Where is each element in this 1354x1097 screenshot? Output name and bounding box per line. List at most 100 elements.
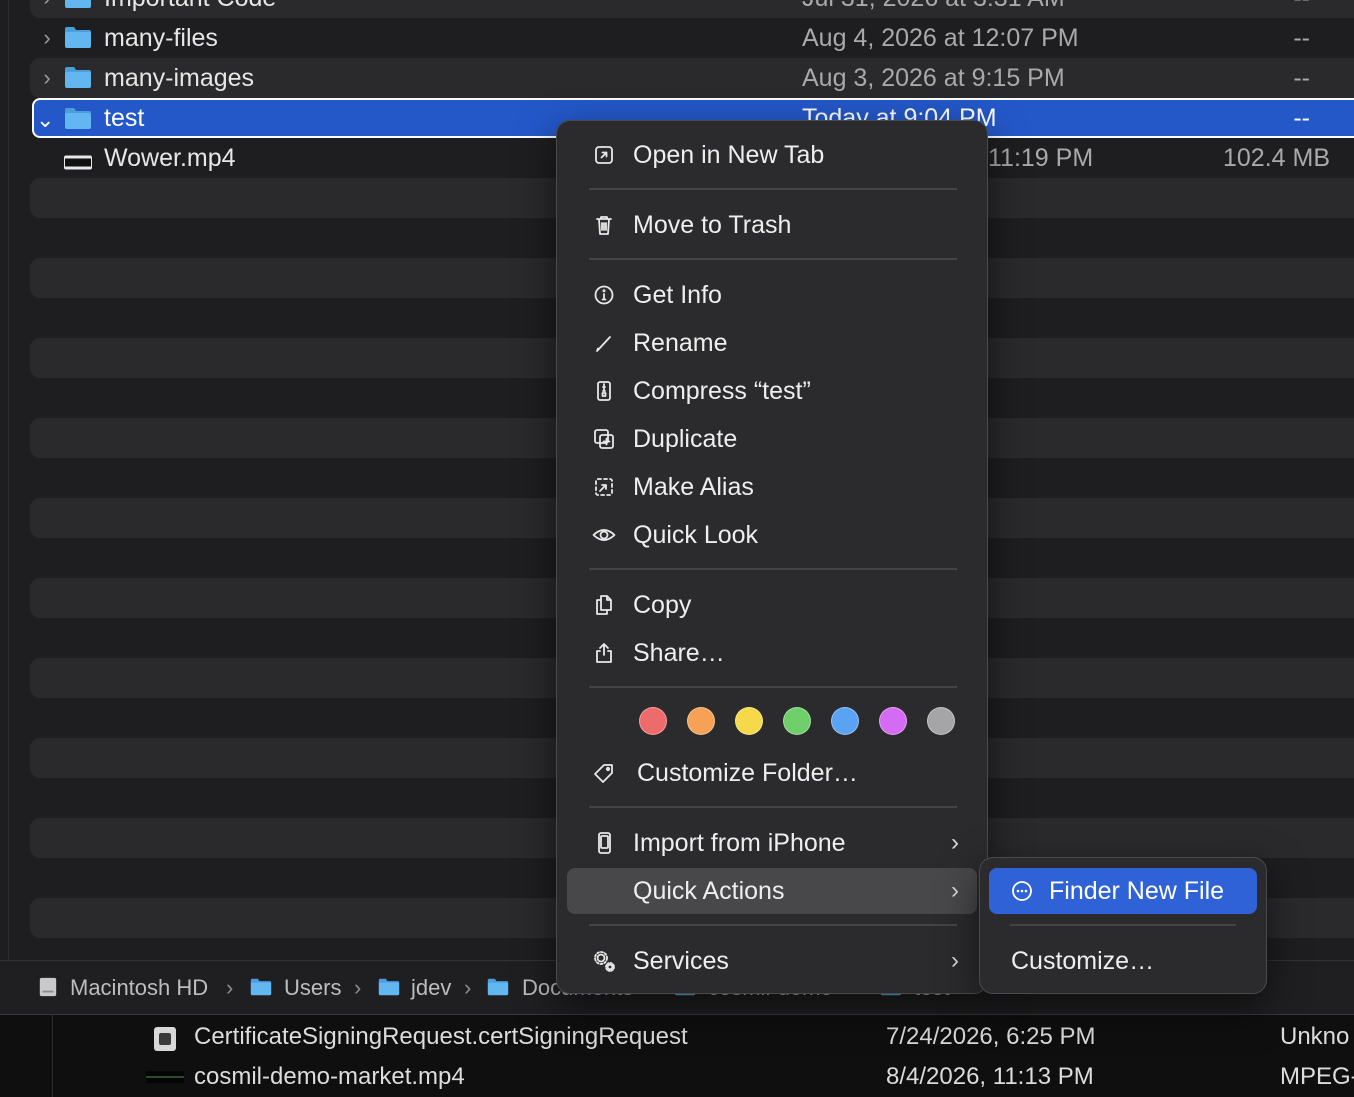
file-name: Wower.mp4 <box>104 144 236 172</box>
path-crumb-macintosh-hd[interactable]: Macintosh HD <box>70 975 208 1001</box>
menu-item-open-in-new-tab[interactable]: Open in New Tab <box>567 132 977 178</box>
disclosure-chevron-right-icon[interactable]: › <box>38 58 56 98</box>
menu-item-label: Quick Look <box>633 521 759 549</box>
menu-item-label: Move to Trash <box>633 211 792 239</box>
disclosure-chevron-right-icon[interactable]: › <box>38 18 56 58</box>
file-row-many-images[interactable]: › many-images Aug 3, 2026 at 9:15 PM -- <box>30 58 1354 98</box>
submenu-item-finder-new-file[interactable]: Finder New File <box>989 868 1257 914</box>
menu-separator <box>589 806 957 808</box>
chevron-right-icon: › <box>951 877 959 904</box>
submenu-item-customize[interactable]: Customize… <box>989 938 1257 984</box>
background-file-row[interactable]: cosmil-demo-market.mp4 8/4/2026, 11:13 P… <box>0 1057 1354 1097</box>
users-folder-icon <box>250 978 272 996</box>
background-file-kind: Unkno <box>1280 1023 1350 1050</box>
open-in-new-tab-icon <box>595 146 613 164</box>
menu-item-copy[interactable]: Copy <box>567 582 977 628</box>
menu-item-label: Copy <box>633 591 692 619</box>
disclosure-chevron-right-icon[interactable]: › <box>38 0 56 18</box>
video-file-icon <box>64 155 92 170</box>
video-file-icon <box>146 1071 184 1083</box>
file-name: test <box>104 104 145 132</box>
chevron-right-icon: › <box>951 829 959 856</box>
menu-item-quick-actions[interactable]: Quick Actions › <box>567 868 977 914</box>
folder-icon <box>65 0 91 8</box>
tag-blue[interactable] <box>831 707 859 735</box>
menu-item-label: Duplicate <box>633 425 738 453</box>
documents-folder-icon <box>487 978 509 996</box>
certificate-file-icon <box>154 1027 176 1051</box>
menu-item-duplicate[interactable]: Duplicate <box>567 416 977 462</box>
path-separator-icon: › <box>354 975 362 1000</box>
tag-green[interactable] <box>783 707 811 735</box>
alias-icon <box>595 478 613 496</box>
menu-item-import-from-iphone[interactable]: Import from iPhone › <box>567 820 977 866</box>
file-name: Important Code <box>104 0 276 18</box>
menu-separator <box>589 924 957 926</box>
menu-separator <box>589 686 957 688</box>
menu-item-label: Share… <box>633 639 725 667</box>
file-size: -- <box>1293 24 1310 52</box>
background-file-row[interactable]: CertificateSigningRequest.certSigningReq… <box>0 1017 1354 1057</box>
pencil-icon <box>596 336 611 352</box>
file-date: Jul 31, 2026 at 3:31 AM <box>802 0 1065 18</box>
file-row-important-code[interactable]: › Important Code Jul 31, 2026 at 3:31 AM… <box>30 0 1354 18</box>
file-size: 102.4 MB <box>1222 144 1330 172</box>
gears-icon <box>594 951 615 972</box>
menu-item-services[interactable]: Services › <box>567 938 977 984</box>
tag-orange[interactable] <box>687 707 715 735</box>
trash-icon <box>596 216 612 235</box>
path-crumb-users[interactable]: Users <box>284 975 341 1001</box>
menu-item-label: Customize Folder… <box>637 759 858 787</box>
tag-purple[interactable] <box>879 707 907 735</box>
submenu-item-label: Customize… <box>1011 947 1155 975</box>
file-size: -- <box>1293 64 1310 92</box>
menu-item-label: Open in New Tab <box>633 141 825 169</box>
menu-item-make-alias[interactable]: Make Alias <box>567 464 977 510</box>
menu-separator <box>589 568 957 570</box>
file-size: -- <box>1293 104 1310 132</box>
menu-item-get-info[interactable]: Get Info <box>567 272 977 318</box>
tag-icon <box>594 764 613 783</box>
background-file-kind: MPEG- <box>1280 1063 1354 1090</box>
menu-item-quick-look[interactable]: Quick Look <box>567 512 977 558</box>
menu-item-label: Get Info <box>633 281 722 309</box>
menu-item-rename[interactable]: Rename <box>567 320 977 366</box>
file-size: -- <box>1293 0 1310 18</box>
file-date: Aug 3, 2026 at 9:15 PM <box>802 64 1065 92</box>
path-separator-icon: › <box>464 975 472 1000</box>
background-file-name: cosmil-demo-market.mp4 <box>194 1063 465 1090</box>
menu-item-label: Import from iPhone <box>633 829 846 857</box>
chevron-right-icon: › <box>951 947 959 974</box>
compress-icon <box>597 381 611 401</box>
background-file-name: CertificateSigningRequest.certSigningReq… <box>194 1023 688 1050</box>
tag-yellow[interactable] <box>735 707 763 735</box>
context-menu: Open in New Tab Move to Trash Get Info R… <box>556 120 988 994</box>
submenu-item-label: Finder New File <box>1049 877 1225 905</box>
sidebar-divider <box>8 0 9 960</box>
hard-drive-icon <box>39 977 57 997</box>
menu-separator <box>589 188 957 190</box>
file-name: many-images <box>104 64 255 92</box>
menu-item-label: Services <box>633 947 729 975</box>
quick-actions-submenu: Finder New File Customize… <box>979 857 1267 994</box>
folder-icon <box>65 67 91 88</box>
tag-gray[interactable] <box>927 707 955 735</box>
file-row-many-files[interactable]: › many-files Aug 4, 2026 at 12:07 PM -- <box>30 18 1354 58</box>
iphone-icon <box>598 832 611 854</box>
background-file-date: 8/4/2026, 11:13 PM <box>886 1063 1094 1090</box>
file-date: 11:19 PM <box>988 144 1094 172</box>
copy-icon <box>596 595 612 615</box>
menu-item-compress[interactable]: Compress “test” <box>567 368 977 414</box>
menu-item-share[interactable]: Share… <box>567 630 977 676</box>
path-crumb-jdev[interactable]: jdev <box>411 975 451 1001</box>
menu-item-label: Quick Actions <box>633 877 785 905</box>
file-date: Aug 4, 2026 at 12:07 PM <box>802 24 1079 52</box>
folder-icon <box>65 27 91 48</box>
background-finder-window: CertificateSigningRequest.certSigningReq… <box>0 1014 1354 1097</box>
disclosure-chevron-down-icon[interactable]: ⌄ <box>36 100 54 140</box>
tag-red[interactable] <box>639 707 667 735</box>
menu-item-customize-folder[interactable]: Customize Folder… <box>567 750 977 796</box>
menu-item-move-to-trash[interactable]: Move to Trash <box>567 202 977 248</box>
file-name: many-files <box>104 24 218 52</box>
eye-icon <box>592 529 616 541</box>
